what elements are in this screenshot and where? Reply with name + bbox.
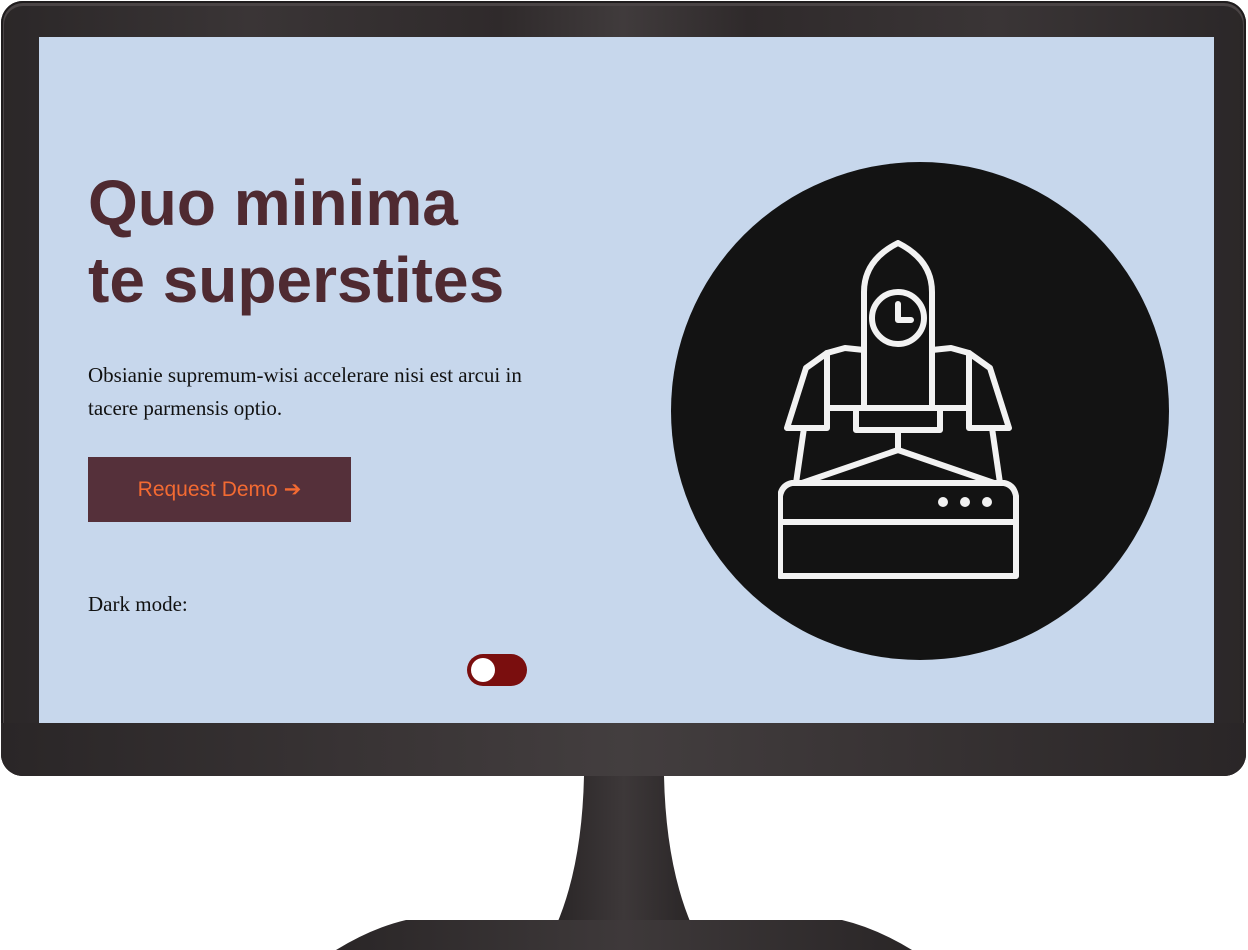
hero-headline: Quo minima te superstites	[88, 165, 608, 319]
monitor-screen: Quo minima te superstites Obsianie supre…	[39, 37, 1214, 723]
toggle-knob	[471, 658, 495, 682]
hero-headline-line-2: te superstites	[88, 244, 505, 316]
monitor-neck	[556, 776, 692, 926]
monitor-base	[336, 920, 912, 950]
rocket-launch-icon	[778, 240, 1019, 579]
hero-headline-line-1: Quo minima	[88, 167, 458, 239]
monitor-mockup: Quo minima te superstites Obsianie supre…	[0, 0, 1248, 950]
hero-illustration	[671, 162, 1169, 660]
dark-mode-label: Dark mode:	[88, 592, 188, 616]
hero-description: Obsianie supremum-wisi accelerare nisi e…	[88, 363, 522, 420]
arrow-right-icon: ➔	[283, 478, 302, 501]
monitor-chin	[1, 723, 1246, 776]
request-demo-button[interactable]: Request Demo ➔	[88, 457, 351, 522]
request-demo-label: Request Demo	[137, 478, 278, 501]
dark-mode-toggle[interactable]	[467, 654, 527, 686]
